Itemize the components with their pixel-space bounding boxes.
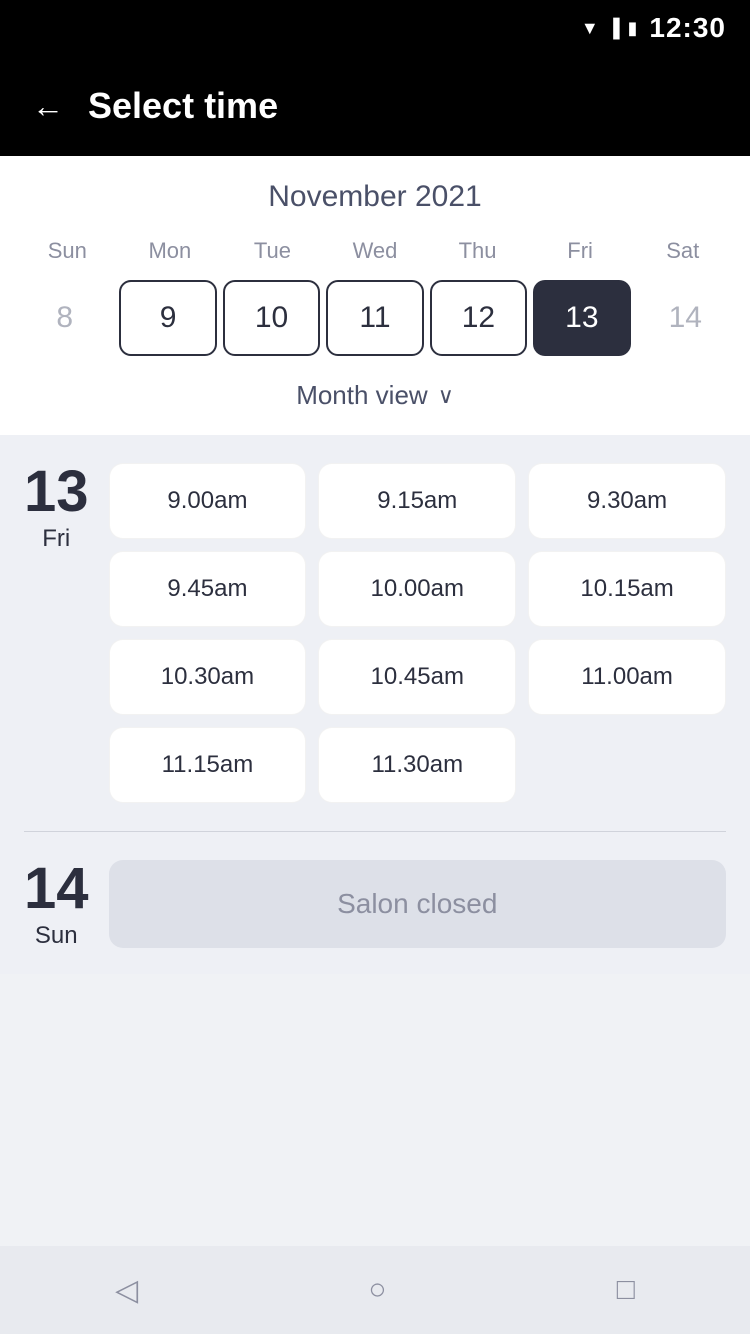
- time-slot-915[interactable]: 9.15am: [318, 463, 516, 539]
- back-button[interactable]: ←: [32, 88, 64, 125]
- status-bar: ▼ ▐ ▮ 12:30: [0, 0, 750, 56]
- day-header-tue: Tue: [221, 234, 324, 268]
- nav-home-button[interactable]: ○: [368, 1273, 386, 1307]
- day-headers-row: Sun Mon Tue Wed Thu Fri Sat: [16, 234, 734, 268]
- week-row: 8 9 10 11 12 13 14: [16, 280, 734, 356]
- status-icons: ▼ ▐ ▮: [581, 18, 638, 39]
- day-header-wed: Wed: [324, 234, 427, 268]
- day-13-header: 13 Fri 9.00am 9.15am 9.30am 9.45am 10.00…: [24, 463, 726, 803]
- time-slot-945[interactable]: 9.45am: [109, 551, 307, 627]
- time-slot-1030[interactable]: 10.30am: [109, 639, 307, 715]
- day-cell-9[interactable]: 9: [119, 280, 216, 356]
- app-header: ← Select time: [0, 56, 750, 156]
- day-13-label: 13 Fri: [24, 463, 89, 553]
- nav-recent-button[interactable]: □: [617, 1273, 635, 1307]
- month-view-label: Month view: [296, 380, 428, 411]
- day-cell-10[interactable]: 10: [223, 280, 320, 356]
- time-slot-1100[interactable]: 11.00am: [528, 639, 726, 715]
- day-14-num: 14: [24, 860, 89, 918]
- time-slot-1130[interactable]: 11.30am: [318, 727, 516, 803]
- month-year-label: November 2021: [16, 180, 734, 214]
- status-time: 12:30: [649, 12, 726, 44]
- chevron-down-icon: ∨: [438, 383, 454, 409]
- day-cell-13[interactable]: 13: [533, 280, 630, 356]
- day-header-thu: Thu: [426, 234, 529, 268]
- day-header-mon: Mon: [119, 234, 222, 268]
- time-slot-1000[interactable]: 10.00am: [318, 551, 516, 627]
- day-14-label: 14 Sun: [24, 860, 89, 950]
- day-13-time-grid: 9.00am 9.15am 9.30am 9.45am 10.00am 10.1…: [109, 463, 726, 803]
- battery-icon: ▮: [627, 18, 637, 39]
- page-title: Select time: [88, 85, 278, 127]
- salon-closed-box: Salon closed: [109, 860, 726, 948]
- day-cell-8[interactable]: 8: [16, 280, 113, 356]
- signal-icon: ▐: [607, 18, 620, 39]
- day-header-fri: Fri: [529, 234, 632, 268]
- day-14-row: 14 Sun Salon closed: [24, 860, 726, 950]
- time-slot-1045[interactable]: 10.45am: [318, 639, 516, 715]
- nav-back-button[interactable]: ◁: [115, 1273, 138, 1308]
- day-block-14: 14 Sun Salon closed: [24, 860, 726, 950]
- wifi-icon: ▼: [581, 18, 599, 39]
- section-divider: [24, 831, 726, 832]
- timeslots-section: 13 Fri 9.00am 9.15am 9.30am 9.45am 10.00…: [0, 435, 750, 974]
- day-13-name: Fri: [24, 525, 89, 553]
- day-header-sat: Sat: [631, 234, 734, 268]
- time-slot-1115[interactable]: 11.15am: [109, 727, 307, 803]
- calendar-section: November 2021 Sun Mon Tue Wed Thu Fri Sa…: [0, 156, 750, 435]
- day-block-13: 13 Fri 9.00am 9.15am 9.30am 9.45am 10.00…: [24, 463, 726, 803]
- day-cell-12[interactable]: 12: [430, 280, 527, 356]
- time-slot-930[interactable]: 9.30am: [528, 463, 726, 539]
- bottom-navigation: ◁ ○ □: [0, 1246, 750, 1334]
- salon-closed-label: Salon closed: [337, 888, 497, 920]
- time-slot-900[interactable]: 9.00am: [109, 463, 307, 539]
- day-cell-14[interactable]: 14: [637, 280, 734, 356]
- month-view-toggle[interactable]: Month view ∨: [16, 364, 734, 419]
- day-14-name: Sun: [24, 922, 89, 950]
- day-header-sun: Sun: [16, 234, 119, 268]
- time-slot-1015[interactable]: 10.15am: [528, 551, 726, 627]
- day-cell-11[interactable]: 11: [326, 280, 423, 356]
- day-13-num: 13: [24, 463, 89, 521]
